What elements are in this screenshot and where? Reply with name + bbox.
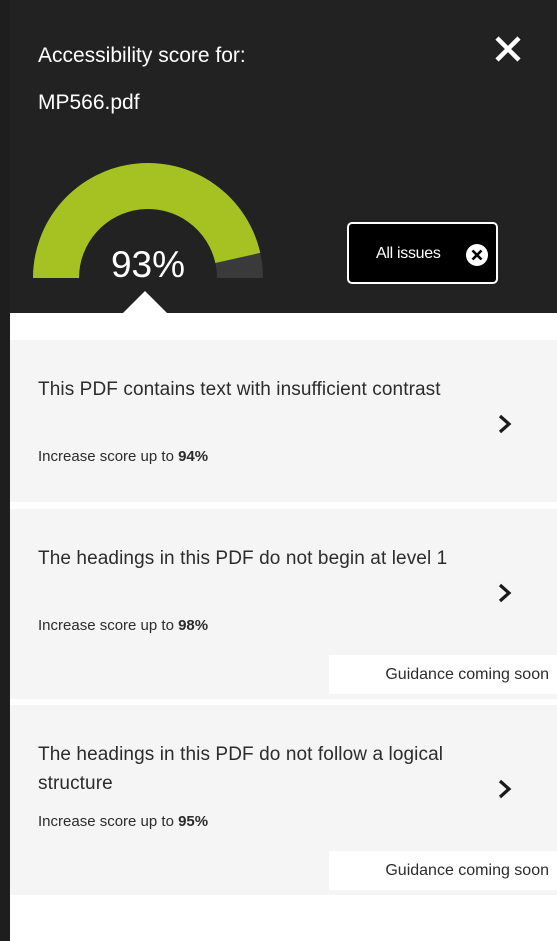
guidance-coming-soon: Guidance coming soon <box>329 851 557 890</box>
increase-value: 94% <box>178 448 209 465</box>
issue-score-increase: Increase score up to 98% <box>38 616 208 636</box>
increase-value: 95% <box>178 813 209 830</box>
increase-value: 98% <box>178 617 209 634</box>
issue-card-heading-level[interactable]: The headings in this PDF do not begin at… <box>10 509 557 699</box>
issue-card-heading-structure[interactable]: The headings in this PDF do not follow a… <box>10 705 557 895</box>
panel-header: Accessibility score for: MP566.pdf 93% A… <box>0 0 557 313</box>
accessibility-panel: Accessibility score for: MP566.pdf 93% A… <box>0 0 557 941</box>
close-icon <box>495 36 521 62</box>
close-button[interactable] <box>488 30 530 72</box>
panel-left-border <box>0 0 10 941</box>
increase-label: Increase score up to <box>38 813 179 830</box>
header-title: Accessibility score for: <box>38 44 246 67</box>
chevron-right-icon <box>498 779 512 799</box>
all-issues-button[interactable]: All issues <box>347 222 498 284</box>
guidance-coming-soon: Guidance coming soon <box>329 655 557 694</box>
chevron-right-icon <box>498 583 512 603</box>
file-name: MP566.pdf <box>38 91 140 114</box>
issue-title: The headings in this PDF do not begin at… <box>38 548 448 569</box>
increase-label: Increase score up to <box>38 448 179 465</box>
increase-label: Increase score up to <box>38 617 179 634</box>
chevron-right-icon <box>498 414 512 434</box>
gauge-pointer <box>122 291 168 314</box>
issue-score-increase: Increase score up to 95% <box>38 812 208 832</box>
score-value: 93% <box>110 244 186 285</box>
issue-score-increase: Increase score up to 94% <box>38 447 208 467</box>
issue-title: This PDF contains text with insufficient… <box>38 379 441 400</box>
circle-x-icon <box>466 244 488 266</box>
issue-title: The headings in this PDF do not follow a… <box>38 744 444 794</box>
all-issues-label: All issues <box>376 245 441 262</box>
issue-card-contrast[interactable]: This PDF contains text with insufficient… <box>10 340 557 502</box>
